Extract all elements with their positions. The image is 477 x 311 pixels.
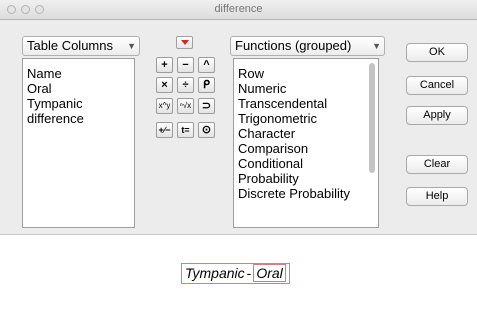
ok-button[interactable]: OK [406,43,468,62]
multiply-button[interactable]: × [156,77,173,93]
minus-button[interactable]: − [177,57,194,73]
peel-button[interactable]: ⊙ [198,122,215,138]
formula-expression[interactable]: Tympanic - Oral [181,263,290,284]
functions-list[interactable]: Row Numeric Transcendental Trigonometric… [233,58,379,228]
table-columns-dropdown[interactable]: Table Columns ▼ [22,36,140,56]
power-button[interactable]: x^y [156,98,173,114]
chevron-down-icon: ▼ [372,41,381,51]
list-item[interactable]: difference [23,111,134,126]
list-item[interactable]: Probability [234,171,378,186]
help-button[interactable]: Help [406,187,468,206]
list-item[interactable]: Numeric [234,81,378,96]
assign-button[interactable]: t= [177,122,194,138]
list-item[interactable]: Trigonometric [234,111,378,126]
table-columns-label: Table Columns [27,38,113,53]
cancel-button[interactable]: Cancel [406,76,468,95]
list-item[interactable]: Tympanic [23,96,134,111]
list-item[interactable]: Discrete Probability [234,186,378,201]
local-variable-button[interactable]: ᑭ [198,77,215,93]
list-item[interactable]: Conditional [234,156,378,171]
caret-button[interactable]: ^ [198,57,215,73]
formula-editor[interactable]: Tympanic - Oral [0,234,477,311]
formula-left-term[interactable]: Tympanic [185,265,245,281]
plus-button[interactable]: + [156,57,173,73]
list-item[interactable]: Character [234,126,378,141]
table-columns-list[interactable]: Name Oral Tympanic difference [22,58,135,228]
title-bar: difference [0,0,477,20]
swap-button[interactable]: ⊃ [198,98,215,114]
clear-button[interactable]: Clear [406,155,468,174]
list-item[interactable]: Name [23,66,134,81]
apply-button[interactable]: Apply [406,106,468,125]
list-item[interactable]: Oral [23,81,134,96]
chevron-down-icon: ▼ [127,41,136,51]
list-item[interactable]: Transcendental [234,96,378,111]
root-button[interactable]: ⁿ√x [177,98,194,114]
functions-label: Functions (grouped) [235,38,352,53]
scrollbar[interactable] [369,63,375,173]
divide-button[interactable]: ÷ [177,77,194,93]
functions-dropdown[interactable]: Functions (grouped) ▼ [230,36,385,56]
red-triangle-icon [181,40,189,45]
window-title: difference [214,3,263,15]
formula-right-term[interactable]: Oral [253,264,286,282]
keypad-menu-dropdown[interactable] [176,36,193,49]
list-item[interactable]: Comparison [234,141,378,156]
negate-button[interactable]: +∕− [156,122,173,138]
list-item[interactable]: Row [234,66,378,81]
